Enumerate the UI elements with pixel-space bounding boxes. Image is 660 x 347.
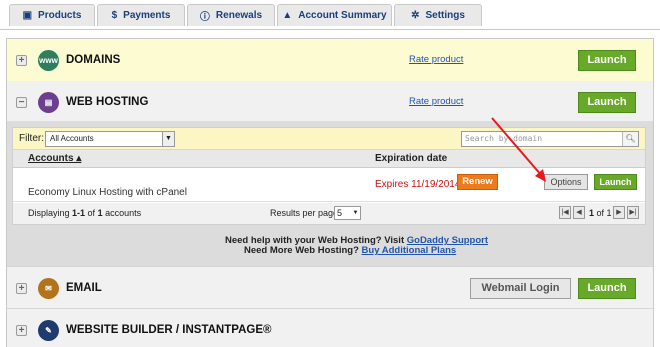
box-icon: ▣ bbox=[22, 10, 33, 21]
tab-account-summary[interactable]: ▲ Account Summary bbox=[277, 4, 392, 26]
rate-product-link[interactable]: Rate product bbox=[409, 96, 463, 107]
page-indicator: 1 of 1 bbox=[589, 208, 612, 218]
tab-settings[interactable]: ✲ Settings bbox=[394, 4, 482, 26]
product-row-website-builder: + ✎ WEBSITE BUILDER / INSTANTPAGE® bbox=[7, 309, 653, 347]
filter-select[interactable]: All Accounts ▼ bbox=[45, 131, 175, 147]
product-name: EMAIL bbox=[66, 282, 102, 294]
info-icon: ⓘ bbox=[199, 12, 210, 23]
page-of: of bbox=[594, 208, 607, 218]
next-page-button[interactable]: ▶ bbox=[613, 206, 625, 219]
results-per-page-value: 5 bbox=[337, 208, 343, 218]
prev-page-button[interactable]: ◀ bbox=[573, 206, 585, 219]
dollar-icon: $ bbox=[111, 10, 118, 21]
displaying-prefix: Displaying bbox=[28, 208, 73, 218]
displaying-suffix: accounts bbox=[102, 208, 142, 218]
globe-icon: www bbox=[38, 50, 59, 71]
displaying-count: Displaying 1-1 of 1 accounts bbox=[28, 208, 141, 218]
tab-account-summary-label: Account Summary bbox=[298, 10, 387, 21]
domains-icon-text: www bbox=[39, 56, 58, 65]
chevron-down-icon: ▼ bbox=[162, 132, 174, 146]
filter-label: Filter: bbox=[19, 133, 44, 144]
launch-button[interactable]: Launch bbox=[578, 278, 636, 299]
gear-icon: ✲ bbox=[411, 10, 420, 21]
account-launch-button[interactable]: Launch bbox=[594, 174, 637, 190]
product-name: WEBSITE BUILDER / INSTANTPAGE® bbox=[66, 324, 272, 336]
envelope-icon: ✉ bbox=[38, 278, 59, 299]
product-row-hosting: − ▤ WEB HOSTING Rate product Launch bbox=[7, 81, 653, 121]
search-icon[interactable]: 🔍︎ bbox=[622, 132, 638, 146]
column-accounts-sort[interactable]: Accounts ▴ bbox=[28, 153, 81, 164]
launch-button[interactable]: Launch bbox=[578, 50, 636, 71]
product-tabs: ▣ Products $ Payments ⓘ Renewals ▲ Accou… bbox=[0, 0, 660, 30]
builder-icon: ✎ bbox=[38, 320, 59, 341]
expiration-date: Expires 11/19/2014 bbox=[375, 179, 461, 190]
launch-button[interactable]: Launch bbox=[578, 92, 636, 113]
results-per-page-select[interactable]: 5 ▼ bbox=[334, 206, 361, 220]
tab-renewals-label: Renewals bbox=[215, 10, 263, 21]
product-name: WEB HOSTING bbox=[66, 96, 149, 108]
tab-payments-label: Payments bbox=[123, 10, 171, 21]
results-per-page-label: Results per page: bbox=[270, 208, 341, 218]
chevron-down-icon: ▼ bbox=[352, 210, 359, 216]
collapse-hosting-button[interactable]: − bbox=[16, 97, 27, 108]
expand-website-builder-button[interactable]: + bbox=[16, 325, 27, 336]
help-line-buy: Need More Web Hosting? Buy Additional Pl… bbox=[244, 245, 456, 256]
product-name: DOMAINS bbox=[66, 54, 121, 66]
webmail-login-button[interactable]: Webmail Login bbox=[470, 278, 571, 299]
tab-products-label: Products bbox=[38, 10, 82, 21]
last-page-button[interactable]: ▶| bbox=[627, 206, 639, 219]
product-row-email: + ✉ EMAIL Webmail Login Launch bbox=[7, 266, 653, 309]
rate-product-link[interactable]: Rate product bbox=[409, 54, 463, 65]
displaying-of: of bbox=[85, 208, 98, 218]
tab-settings-label: Settings bbox=[425, 10, 465, 21]
column-expiration: Expiration date bbox=[375, 153, 448, 164]
tab-renewals[interactable]: ⓘ Renewals bbox=[187, 4, 275, 26]
person-icon: ▲ bbox=[282, 10, 293, 21]
tab-payments[interactable]: $ Payments bbox=[97, 4, 185, 26]
tab-products[interactable]: ▣ Products bbox=[9, 4, 95, 26]
buy-additional-plans-link[interactable]: Buy Additional Plans bbox=[362, 245, 457, 256]
account-name: Economy Linux Hosting with cPanel bbox=[28, 187, 187, 198]
help-line2-text: Need More Web Hosting? bbox=[244, 245, 362, 256]
expand-domains-button[interactable]: + bbox=[16, 55, 27, 66]
server-icon: ▤ bbox=[38, 92, 59, 113]
first-page-button[interactable]: |◀ bbox=[559, 206, 571, 219]
displaying-range: 1-1 bbox=[72, 208, 86, 218]
filter-value: All Accounts bbox=[50, 134, 94, 143]
expand-email-button[interactable]: + bbox=[16, 283, 27, 294]
page-total: 1 bbox=[606, 208, 612, 218]
annotation-arrow bbox=[491, 117, 546, 182]
table-footer: Displaying 1-1 of 1 accounts Results per… bbox=[13, 203, 645, 224]
product-row-domains: + www DOMAINS Rate product Launch bbox=[7, 39, 653, 82]
